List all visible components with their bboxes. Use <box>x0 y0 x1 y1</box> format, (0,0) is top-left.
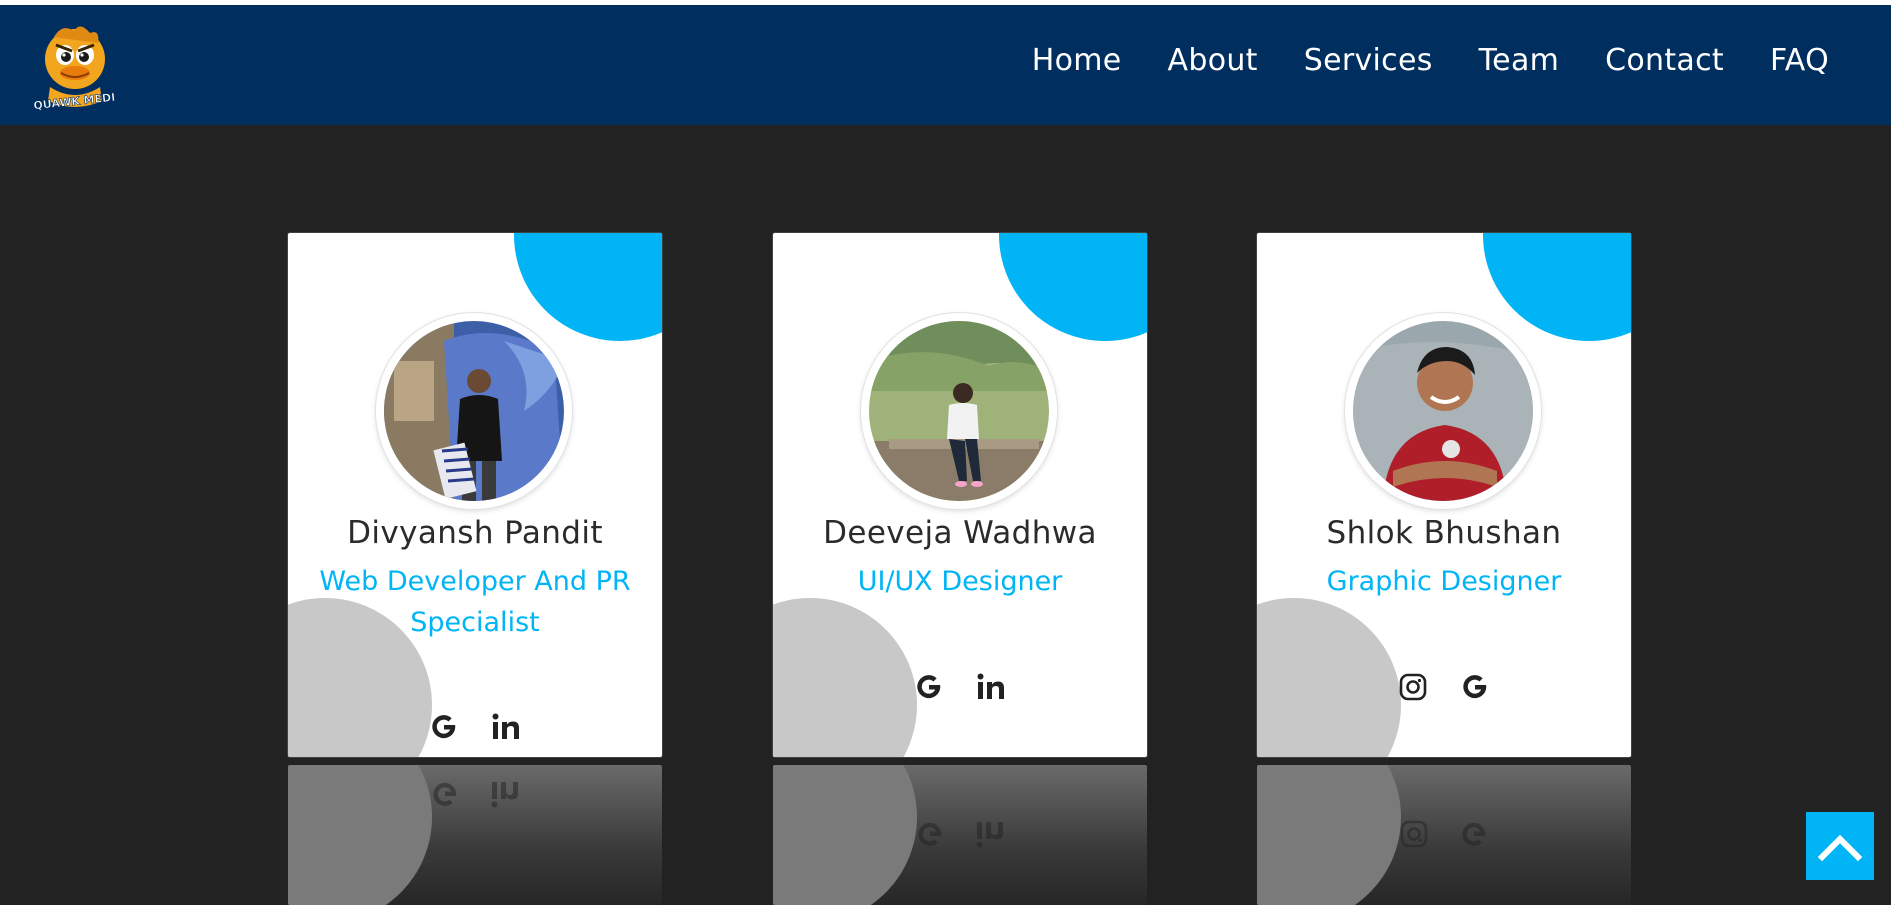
avatar <box>384 321 564 501</box>
card-reflection <box>1257 765 1631 905</box>
svg-text:SQUAWK MEDIA: SQUAWK MEDIA <box>34 90 116 113</box>
linkedin-icon <box>975 815 1005 849</box>
avatar <box>869 321 1049 501</box>
nav-about[interactable]: About <box>1168 43 1258 78</box>
member-name: Shlok Bhushan <box>1326 515 1562 551</box>
nav-contact[interactable]: Contact <box>1605 43 1724 78</box>
member-role: Web Developer And PR Specialist <box>319 566 631 638</box>
linkedin-icon[interactable] <box>975 671 1007 703</box>
instagram-icon <box>1399 815 1429 849</box>
navbar: SQUAWK MEDIA Home About Services Team Co… <box>0 5 1891 125</box>
team-card-deeveja: Deeveja Wadhwa UI/UX Designer <box>773 233 1147 757</box>
nav-menu: Home About Services Team Contact FAQ <box>1032 5 1829 115</box>
linkedin-icon[interactable] <box>490 711 522 743</box>
linkedin-icon <box>490 775 520 809</box>
decorative-blue-circle <box>1483 233 1631 341</box>
member-role: Graphic Designer <box>1326 566 1562 597</box>
logo[interactable]: SQUAWK MEDIA <box>25 21 125 113</box>
card-reflection <box>773 765 1147 905</box>
card-reflection <box>288 765 662 905</box>
avatar-frame <box>861 313 1057 509</box>
social-links <box>773 671 1147 703</box>
google-icon <box>1459 815 1489 849</box>
social-links <box>288 711 662 743</box>
team-card-shlok: Shlok Bhushan Graphic Designer <box>1257 233 1631 757</box>
reflection-icons <box>288 775 662 809</box>
nav-faq[interactable]: FAQ <box>1770 43 1829 78</box>
member-name: Divyansh Pandit <box>347 515 603 551</box>
avatar <box>1353 321 1533 501</box>
google-icon[interactable] <box>913 671 945 703</box>
nav-services[interactable]: Services <box>1304 43 1433 78</box>
nav-home[interactable]: Home <box>1032 43 1122 78</box>
decorative-blue-circle <box>999 233 1147 341</box>
nav-team[interactable]: Team <box>1479 43 1560 78</box>
social-links <box>1257 671 1631 703</box>
avatar-frame <box>1345 313 1541 509</box>
google-icon[interactable] <box>1459 671 1491 703</box>
chevron-up-icon <box>1818 834 1862 861</box>
google-icon <box>430 775 460 809</box>
reflection-icons <box>773 815 1147 849</box>
google-icon <box>915 815 945 849</box>
reflection-icons <box>1257 815 1631 849</box>
avatar-frame <box>376 313 572 509</box>
member-name: Deeveja Wadhwa <box>823 515 1097 551</box>
member-role: UI/UX Designer <box>857 566 1063 597</box>
decorative-blue-circle <box>514 233 662 341</box>
team-card-divyansh: Divyansh Pandit Web Developer And PR Spe… <box>288 233 662 757</box>
google-icon[interactable] <box>428 711 460 743</box>
scroll-to-top-button[interactable] <box>1806 812 1874 880</box>
instagram-icon[interactable] <box>1397 671 1429 703</box>
